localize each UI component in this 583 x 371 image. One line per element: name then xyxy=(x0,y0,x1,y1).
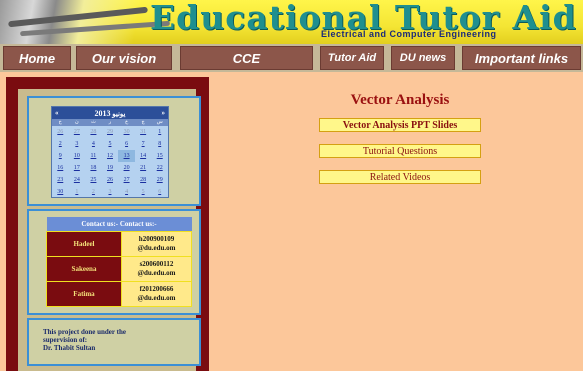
calendar-day-today[interactable]: 13 xyxy=(118,150,135,162)
calendar-day[interactable]: 31 xyxy=(135,126,152,138)
calendar-day[interactable]: 10 xyxy=(69,150,86,162)
related-videos-link[interactable]: Related Videos xyxy=(319,170,481,184)
tutorial-questions-link[interactable]: Tutorial Questions xyxy=(319,144,481,158)
calendar-grid: 26 27 28 29 30 31 1 2 3 4 5 6 7 8 9 10 1… xyxy=(52,126,168,198)
calendar-day[interactable]: 2 xyxy=(52,138,69,150)
nav-cce[interactable]: CCE xyxy=(180,46,313,70)
calendar-day[interactable]: 4 xyxy=(85,138,102,150)
calendar-day[interactable]: 28 xyxy=(85,126,102,138)
calendar-day[interactable]: 3 xyxy=(102,186,119,198)
calendar-next-button[interactable]: » xyxy=(162,109,166,117)
calendar-day[interactable]: 27 xyxy=(118,174,135,186)
weekday-label: ج xyxy=(141,120,145,125)
calendar-day[interactable]: 20 xyxy=(118,162,135,174)
calendar-day[interactable]: 11 xyxy=(85,150,102,162)
weekday-label: ث xyxy=(91,120,96,125)
calendar-day[interactable]: 8 xyxy=(151,138,168,150)
nav-home[interactable]: Home xyxy=(3,46,71,70)
calendar-day[interactable]: 7 xyxy=(135,138,152,150)
contact-table: Contact us:- Contact us:- Hadeel h200900… xyxy=(46,217,192,307)
weekday-label: س xyxy=(156,120,163,125)
nav-important-links[interactable]: Important links xyxy=(462,46,581,70)
calendar-day[interactable]: 12 xyxy=(102,150,119,162)
nav-our-vision[interactable]: Our vision xyxy=(76,46,172,70)
calendar-day[interactable]: 30 xyxy=(52,186,69,198)
calendar-day[interactable]: 19 xyxy=(102,162,119,174)
calendar-day[interactable]: 26 xyxy=(102,174,119,186)
project-credit: This project done under the supervision … xyxy=(43,328,126,352)
contact-name: Hadeel xyxy=(46,231,122,257)
main-nav: Home Our vision CCE Tutor Aid DU news Im… xyxy=(0,44,583,72)
calendar-day[interactable]: 14 xyxy=(135,150,152,162)
calendar-day[interactable]: 2 xyxy=(85,186,102,198)
calendar-widget: « 2013 يونيو » ح ن ث ر خ ج س 26 27 28 29… xyxy=(51,106,169,198)
contact-row: Hadeel h200900109 @du.edu.om xyxy=(46,231,192,257)
calendar-day[interactable]: 24 xyxy=(69,174,86,186)
calendar-day[interactable]: 5 xyxy=(135,186,152,198)
calendar-day[interactable]: 17 xyxy=(69,162,86,174)
calendar-year: 2013 xyxy=(94,108,111,118)
calendar-day[interactable]: 1 xyxy=(151,126,168,138)
weekday-label: ح xyxy=(58,120,62,125)
page-title: Vector Analysis xyxy=(350,92,450,108)
calendar-weekdays: ح ن ث ر خ ج س xyxy=(52,119,168,126)
calendar-day[interactable]: 26 xyxy=(52,126,69,138)
ppt-slides-link[interactable]: Vector Analysis PPT Slides xyxy=(319,118,481,132)
calendar-day[interactable]: 9 xyxy=(52,150,69,162)
calendar-month: يونيو xyxy=(112,109,126,118)
contact-email[interactable]: h200900109 @du.edu.om xyxy=(121,231,192,257)
contact-name: Sakeena xyxy=(46,256,122,282)
calendar-day[interactable]: 29 xyxy=(151,174,168,186)
calendar-day[interactable]: 28 xyxy=(135,174,152,186)
calendar-header: « 2013 يونيو » xyxy=(52,107,168,119)
contact-panel: Contact us:- Contact us:- Hadeel h200900… xyxy=(27,209,201,315)
calendar-day[interactable]: 30 xyxy=(118,126,135,138)
contact-row: Fatima f201200666 @du.edu.om xyxy=(46,281,192,307)
contact-header: Contact us:- Contact us:- xyxy=(46,217,192,232)
site-subtitle: Electrical and Computer Engineering xyxy=(321,29,497,39)
weekday-label: ر xyxy=(108,120,112,125)
calendar-panel: « 2013 يونيو » ح ن ث ر خ ج س 26 27 28 29… xyxy=(27,96,201,206)
nav-tutor-aid[interactable]: Tutor Aid xyxy=(320,46,384,70)
weekday-label: ن xyxy=(75,120,79,125)
calendar-day[interactable]: 16 xyxy=(52,162,69,174)
calendar-day[interactable]: 4 xyxy=(118,186,135,198)
calendar-day[interactable]: 23 xyxy=(52,174,69,186)
contact-email[interactable]: s200600112 @du.edu.om xyxy=(121,256,192,282)
calendar-prev-button[interactable]: « xyxy=(55,109,59,117)
calendar-day[interactable]: 15 xyxy=(151,150,168,162)
nav-du-news[interactable]: DU news xyxy=(391,46,455,70)
contact-name: Fatima xyxy=(46,281,122,307)
calendar-day[interactable]: 3 xyxy=(69,138,86,150)
contact-email[interactable]: f201200666 @du.edu.om xyxy=(121,281,192,307)
calendar-day[interactable]: 5 xyxy=(102,138,119,150)
calendar-day[interactable]: 22 xyxy=(151,162,168,174)
calendar-day[interactable]: 25 xyxy=(85,174,102,186)
contact-row: Sakeena s200600112 @du.edu.om xyxy=(46,256,192,282)
calendar-day[interactable]: 21 xyxy=(135,162,152,174)
calendar-day[interactable]: 18 xyxy=(85,162,102,174)
project-panel: This project done under the supervision … xyxy=(27,318,201,366)
site-header: Educational Tutor Aid Electrical and Com… xyxy=(0,0,583,44)
weekday-label: خ xyxy=(124,120,129,125)
calendar-day[interactable]: 6 xyxy=(118,138,135,150)
calendar-day[interactable]: 6 xyxy=(151,186,168,198)
calendar-day[interactable]: 1 xyxy=(69,186,86,198)
calendar-day[interactable]: 27 xyxy=(69,126,86,138)
calendar-day[interactable]: 29 xyxy=(102,126,119,138)
